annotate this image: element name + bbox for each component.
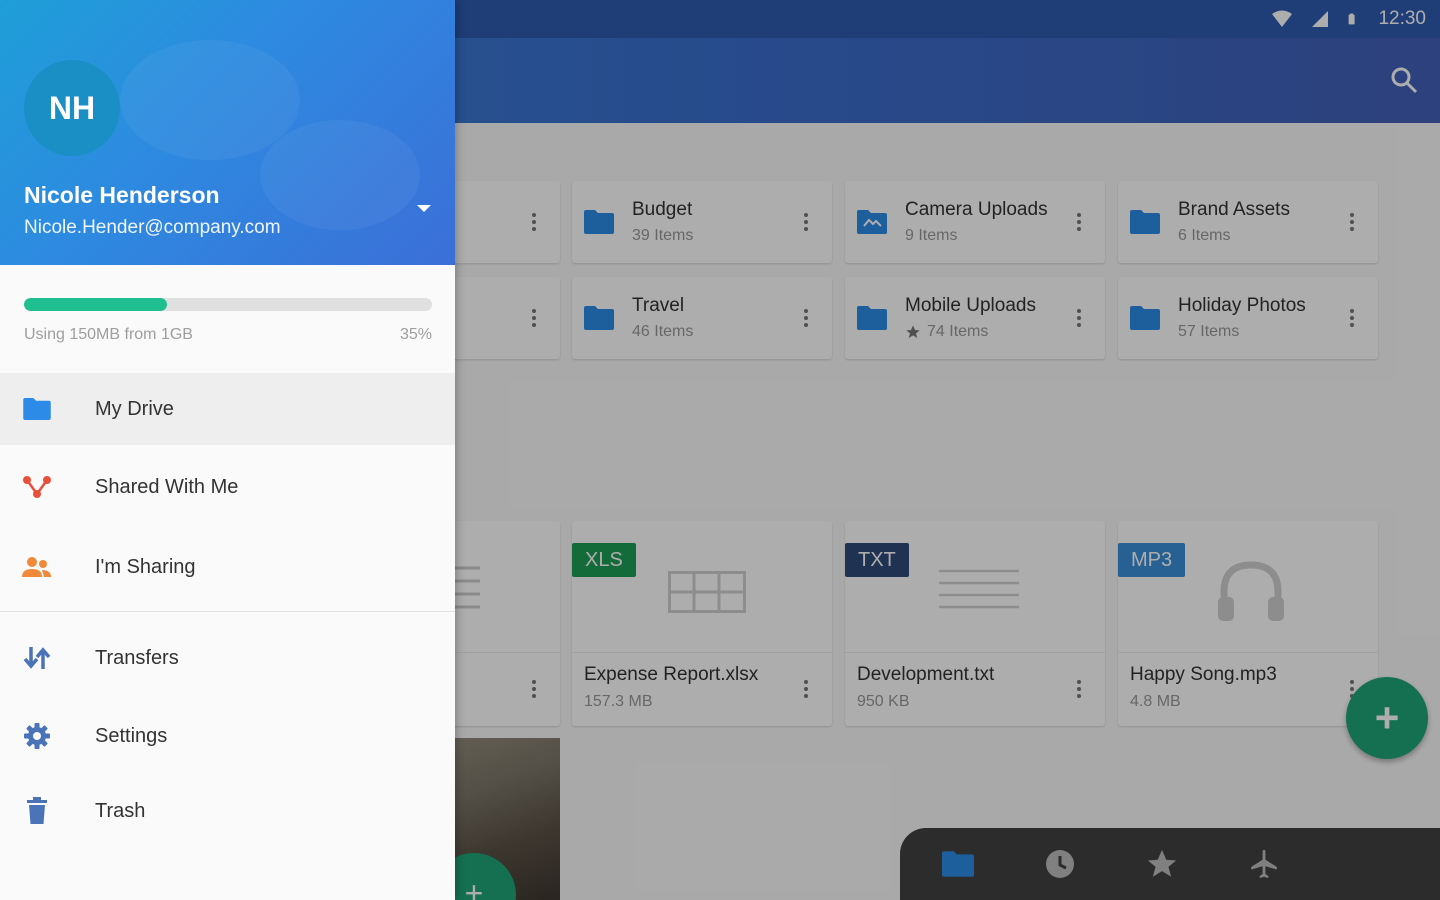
storage-used-text: Using 150MB from 1GB xyxy=(24,326,193,343)
storage-percent: 35% xyxy=(399,326,432,343)
nav-item-label: Shared With Me xyxy=(95,475,239,498)
nav-item-im-sharing[interactable]: I'm Sharing xyxy=(0,531,455,603)
drawer-divider xyxy=(0,611,455,612)
user-name: Nicole Henderson xyxy=(24,182,220,208)
nav-item-shared-with-me[interactable]: Shared With Me xyxy=(0,451,455,523)
storage-usage: Using 150MB from 1GB 35% xyxy=(0,265,455,373)
share-icon xyxy=(23,476,51,498)
nav-item-label: Transfers xyxy=(95,646,179,669)
storage-progress-bar xyxy=(24,298,432,311)
nav-item-transfers[interactable]: Transfers xyxy=(0,622,455,694)
transfer-icon xyxy=(23,647,51,669)
nav-item-label: My Drive xyxy=(95,397,174,420)
nav-item-settings[interactable]: Settings xyxy=(0,700,455,772)
account-dropdown-icon[interactable] xyxy=(414,198,434,218)
people-icon xyxy=(22,557,51,577)
nav-item-label: Settings xyxy=(95,724,168,747)
drawer-header: NH Nicole Henderson Nicole.Hender@compan… xyxy=(0,0,455,265)
avatar[interactable]: NH xyxy=(24,60,120,156)
trash-icon xyxy=(27,797,47,824)
gear-icon xyxy=(24,723,50,749)
nav-item-my-drive[interactable]: My Drive xyxy=(0,373,455,445)
folder-icon xyxy=(23,398,51,420)
storage-progress-fill xyxy=(24,298,167,311)
nav-item-label: I'm Sharing xyxy=(95,555,196,578)
nav-item-label: Trash xyxy=(95,799,146,822)
navigation-drawer: NH Nicole Henderson Nicole.Hender@compan… xyxy=(0,0,455,900)
user-email: Nicole.Hender@company.com xyxy=(24,217,281,238)
nav-item-trash[interactable]: Trash xyxy=(0,775,455,847)
